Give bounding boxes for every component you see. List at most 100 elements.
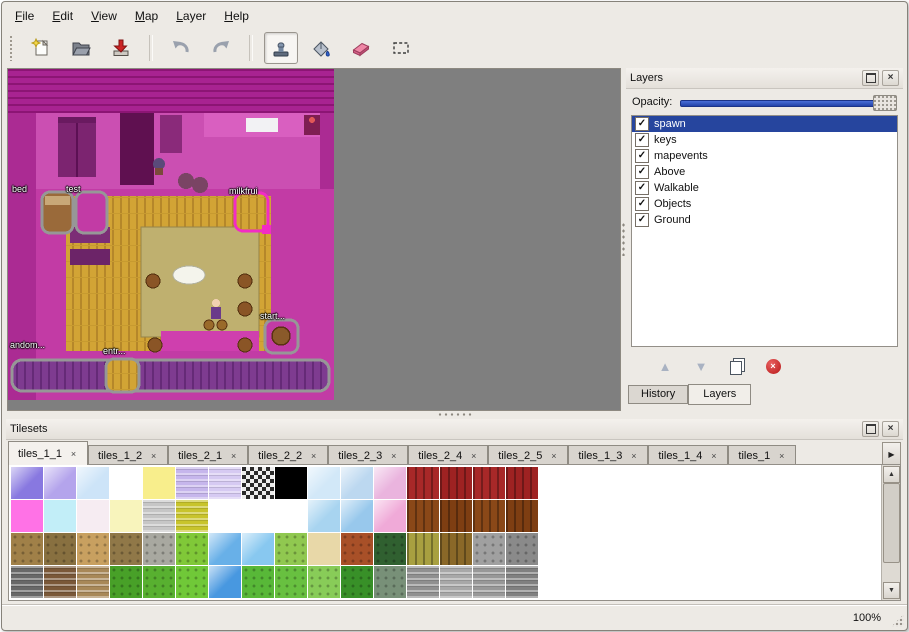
- map-object-random[interactable]: [12, 360, 329, 391]
- tileset-tile[interactable]: [77, 467, 109, 499]
- tileset-tab-tiles_1_1[interactable]: tiles_1_1×: [8, 441, 88, 465]
- tileset-tile[interactable]: [473, 467, 505, 499]
- map-canvas[interactable]: [8, 69, 618, 408]
- tileset-tile[interactable]: [209, 500, 241, 532]
- tileset-tile[interactable]: [176, 500, 208, 532]
- tileset-tile[interactable]: [242, 467, 274, 499]
- lower-layer-button[interactable]: ▼: [687, 352, 715, 380]
- tileset-tile[interactable]: [308, 566, 340, 598]
- tileset-tile[interactable]: [341, 566, 373, 598]
- tileset-tile[interactable]: [209, 566, 241, 598]
- tileset-tile[interactable]: [308, 533, 340, 565]
- tileset-tile[interactable]: [44, 467, 76, 499]
- tileset-tile[interactable]: [374, 467, 406, 499]
- open-button[interactable]: [64, 32, 98, 64]
- tab-close-icon[interactable]: ×: [68, 448, 79, 459]
- tileset-tile[interactable]: [341, 533, 373, 565]
- map-view[interactable]: bedtestmilkfruistart...andom...entr...: [7, 68, 621, 411]
- menu-item-help[interactable]: Help: [215, 6, 258, 26]
- layer-checkbox[interactable]: ✓: [635, 149, 649, 163]
- tileset-tile[interactable]: [407, 566, 439, 598]
- select-button[interactable]: [384, 32, 418, 64]
- stamp-button[interactable]: [264, 32, 298, 64]
- tileset-tile[interactable]: [11, 467, 43, 499]
- tileset-tab-tiles_1_3[interactable]: tiles_1_3×: [568, 445, 648, 465]
- tileset-tile[interactable]: [275, 566, 307, 598]
- layers-float-button[interactable]: [862, 70, 879, 86]
- tileset-tile[interactable]: [143, 467, 175, 499]
- tileset-tile[interactable]: [176, 467, 208, 499]
- tileset-tab-tiles_1[interactable]: tiles_1×: [728, 445, 796, 465]
- tab-layers[interactable]: Layers: [688, 384, 751, 405]
- tileset-tile[interactable]: [44, 533, 76, 565]
- tileset-tile[interactable]: [275, 500, 307, 532]
- tileset-tile[interactable]: [110, 467, 142, 499]
- menu-item-view[interactable]: View: [82, 6, 126, 26]
- tileset-tab-tiles_2_4[interactable]: tiles_2_4×: [408, 445, 488, 465]
- tileset-tile[interactable]: [143, 500, 175, 532]
- tileset-tile[interactable]: [440, 566, 472, 598]
- tileset-tile[interactable]: [407, 467, 439, 499]
- tab-close-icon[interactable]: ×: [708, 450, 719, 461]
- tileset-tile[interactable]: [143, 566, 175, 598]
- tileset-tab-tiles_2_3[interactable]: tiles_2_3×: [328, 445, 408, 465]
- menu-item-file[interactable]: File: [6, 6, 43, 26]
- tileset-tile[interactable]: [176, 533, 208, 565]
- layer-checkbox[interactable]: ✓: [635, 165, 649, 179]
- tileset-tile[interactable]: [275, 467, 307, 499]
- tileset-tile[interactable]: [110, 533, 142, 565]
- tab-close-icon[interactable]: ×: [388, 450, 399, 461]
- layer-row[interactable]: ✓mapevents: [632, 148, 897, 164]
- tileset-tile[interactable]: [242, 566, 274, 598]
- layer-row[interactable]: ✓spawn: [632, 116, 897, 132]
- tileset-tile[interactable]: [506, 467, 538, 499]
- layers-close-button[interactable]: ×: [882, 70, 899, 86]
- scroll-up-button[interactable]: ▲: [883, 466, 900, 483]
- tab-close-icon[interactable]: ×: [148, 450, 159, 461]
- tileset-tile[interactable]: [242, 533, 274, 565]
- tilesets-close-button[interactable]: ×: [882, 421, 899, 437]
- tileset-tile[interactable]: [11, 500, 43, 532]
- raise-layer-button[interactable]: ▲: [651, 352, 679, 380]
- tileset-tile[interactable]: [440, 533, 472, 565]
- tileset-tile[interactable]: [209, 467, 241, 499]
- map-object-entr[interactable]: [106, 359, 139, 392]
- opacity-slider[interactable]: [680, 94, 897, 110]
- redo-button[interactable]: [204, 32, 238, 64]
- tileset-tile[interactable]: [308, 500, 340, 532]
- layer-checkbox[interactable]: ✓: [635, 117, 649, 131]
- scroll-down-button[interactable]: ▼: [883, 582, 900, 599]
- tileset-tile[interactable]: [407, 533, 439, 565]
- tileset-tile[interactable]: [506, 500, 538, 532]
- tileset-tile[interactable]: [407, 500, 439, 532]
- map-object-test[interactable]: [76, 192, 107, 233]
- tileset-scrollbar[interactable]: ▲ ▼: [881, 465, 900, 600]
- tab-history[interactable]: History: [628, 385, 688, 404]
- tab-scroll-right-button[interactable]: ▶: [882, 442, 901, 466]
- tileset-tile[interactable]: [473, 533, 505, 565]
- tab-close-icon[interactable]: ×: [776, 450, 787, 461]
- tileset-tile[interactable]: [440, 500, 472, 532]
- tileset-tile[interactable]: [209, 533, 241, 565]
- menu-item-layer[interactable]: Layer: [167, 6, 215, 26]
- tileset-tile[interactable]: [11, 566, 43, 598]
- tileset-tab-tiles_2_2[interactable]: tiles_2_2×: [248, 445, 328, 465]
- tilesets-float-button[interactable]: [862, 421, 879, 437]
- delete-layer-button[interactable]: ×: [759, 352, 787, 380]
- tab-close-icon[interactable]: ×: [228, 450, 239, 461]
- save-button[interactable]: [104, 32, 138, 64]
- selection-handle[interactable]: [262, 225, 271, 234]
- tileset-tile[interactable]: [77, 533, 109, 565]
- layer-checkbox[interactable]: ✓: [635, 213, 649, 227]
- layer-checkbox[interactable]: ✓: [635, 197, 649, 211]
- scrollbar-thumb[interactable]: [883, 483, 900, 563]
- layer-row[interactable]: ✓Above: [632, 164, 897, 180]
- tab-close-icon[interactable]: ×: [468, 450, 479, 461]
- tab-close-icon[interactable]: ×: [548, 450, 559, 461]
- tileset-tile[interactable]: [506, 566, 538, 598]
- menu-item-map[interactable]: Map: [126, 6, 167, 26]
- layer-row[interactable]: ✓Objects: [632, 196, 897, 212]
- tileset-tab-tiles_1_4[interactable]: tiles_1_4×: [648, 445, 728, 465]
- tileset-tile[interactable]: [110, 500, 142, 532]
- tileset-tile[interactable]: [77, 500, 109, 532]
